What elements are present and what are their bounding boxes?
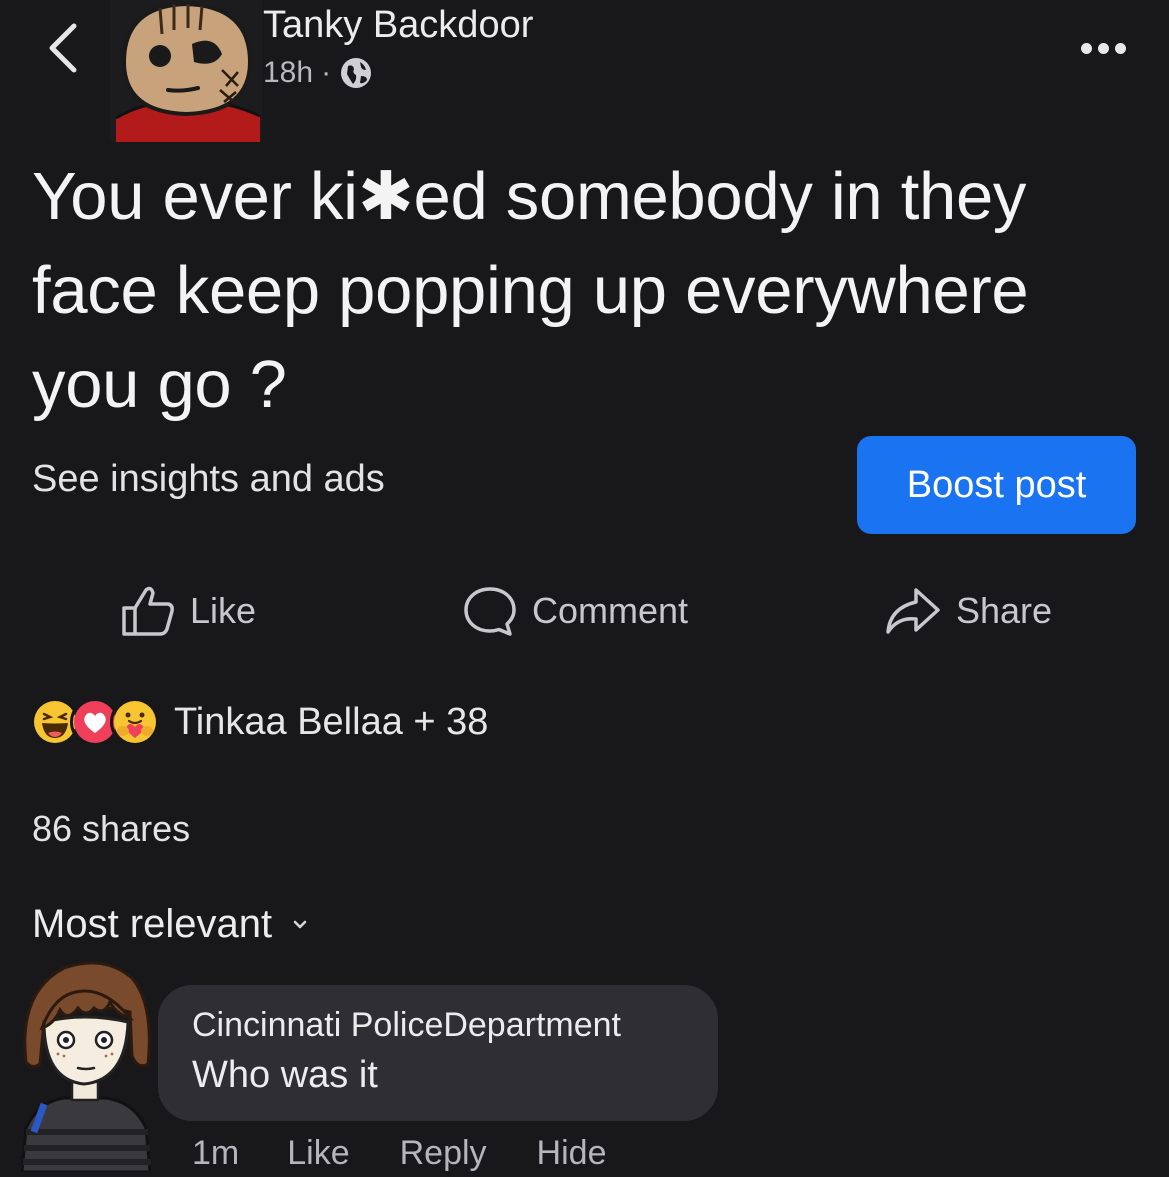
care-icon	[110, 697, 160, 747]
chevron-left-icon	[49, 23, 77, 73]
like-button[interactable]: Like	[120, 578, 256, 644]
share-label: Share	[956, 590, 1053, 631]
like-label: Like	[190, 590, 257, 631]
comment-button[interactable]: Comment	[462, 578, 688, 644]
comment-sort-dropdown[interactable]: Most relevant	[32, 902, 308, 947]
meta-separator: ·	[321, 56, 332, 89]
reactions-summary[interactable]: Tinkaa Bellaa + 38	[30, 694, 488, 750]
share-button[interactable]: Share	[884, 578, 1052, 644]
post-time: 18h	[263, 56, 314, 89]
post-text: You ever ki✱ed somebody in they face kee…	[32, 159, 1029, 422]
comment-time: 1m	[192, 1134, 240, 1172]
more-dots-icon	[1080, 42, 1092, 54]
globe-icon	[341, 58, 372, 88]
back-button[interactable]	[38, 18, 88, 78]
comment-reply-button[interactable]: Reply	[400, 1134, 487, 1173]
sort-label: Most relevant	[32, 902, 273, 946]
more-options-button[interactable]	[1068, 30, 1138, 66]
comment-actions: 1m Like Reply Hide	[192, 1134, 656, 1173]
reactions-text: Tinkaa Bellaa + 38	[174, 700, 489, 743]
shares-count[interactable]: 86 shares	[32, 808, 190, 850]
commenter-name[interactable]: Cincinnati PoliceDepartment	[192, 1006, 621, 1045]
boost-post-button[interactable]: Boost post	[857, 436, 1136, 534]
author-name[interactable]: Tanky Backdoor	[263, 4, 533, 47]
see-insights-link[interactable]: See insights and ads	[32, 458, 385, 501]
comment-like-button[interactable]: Like	[287, 1134, 349, 1173]
author-avatar[interactable]	[110, 0, 262, 142]
reaction-icons	[30, 697, 160, 747]
post-meta: 18h ·	[263, 56, 373, 90]
comment-label: Comment	[532, 590, 689, 631]
share-arrow-icon	[886, 588, 940, 634]
comment-bubble-icon	[464, 587, 516, 636]
comment-hide-button[interactable]: Hide	[537, 1134, 607, 1173]
chevron-down-icon	[293, 920, 307, 928]
comment-text: Who was it	[192, 1054, 378, 1096]
thumbs-up-icon	[122, 586, 174, 636]
commenter-avatar[interactable]	[14, 952, 156, 1174]
